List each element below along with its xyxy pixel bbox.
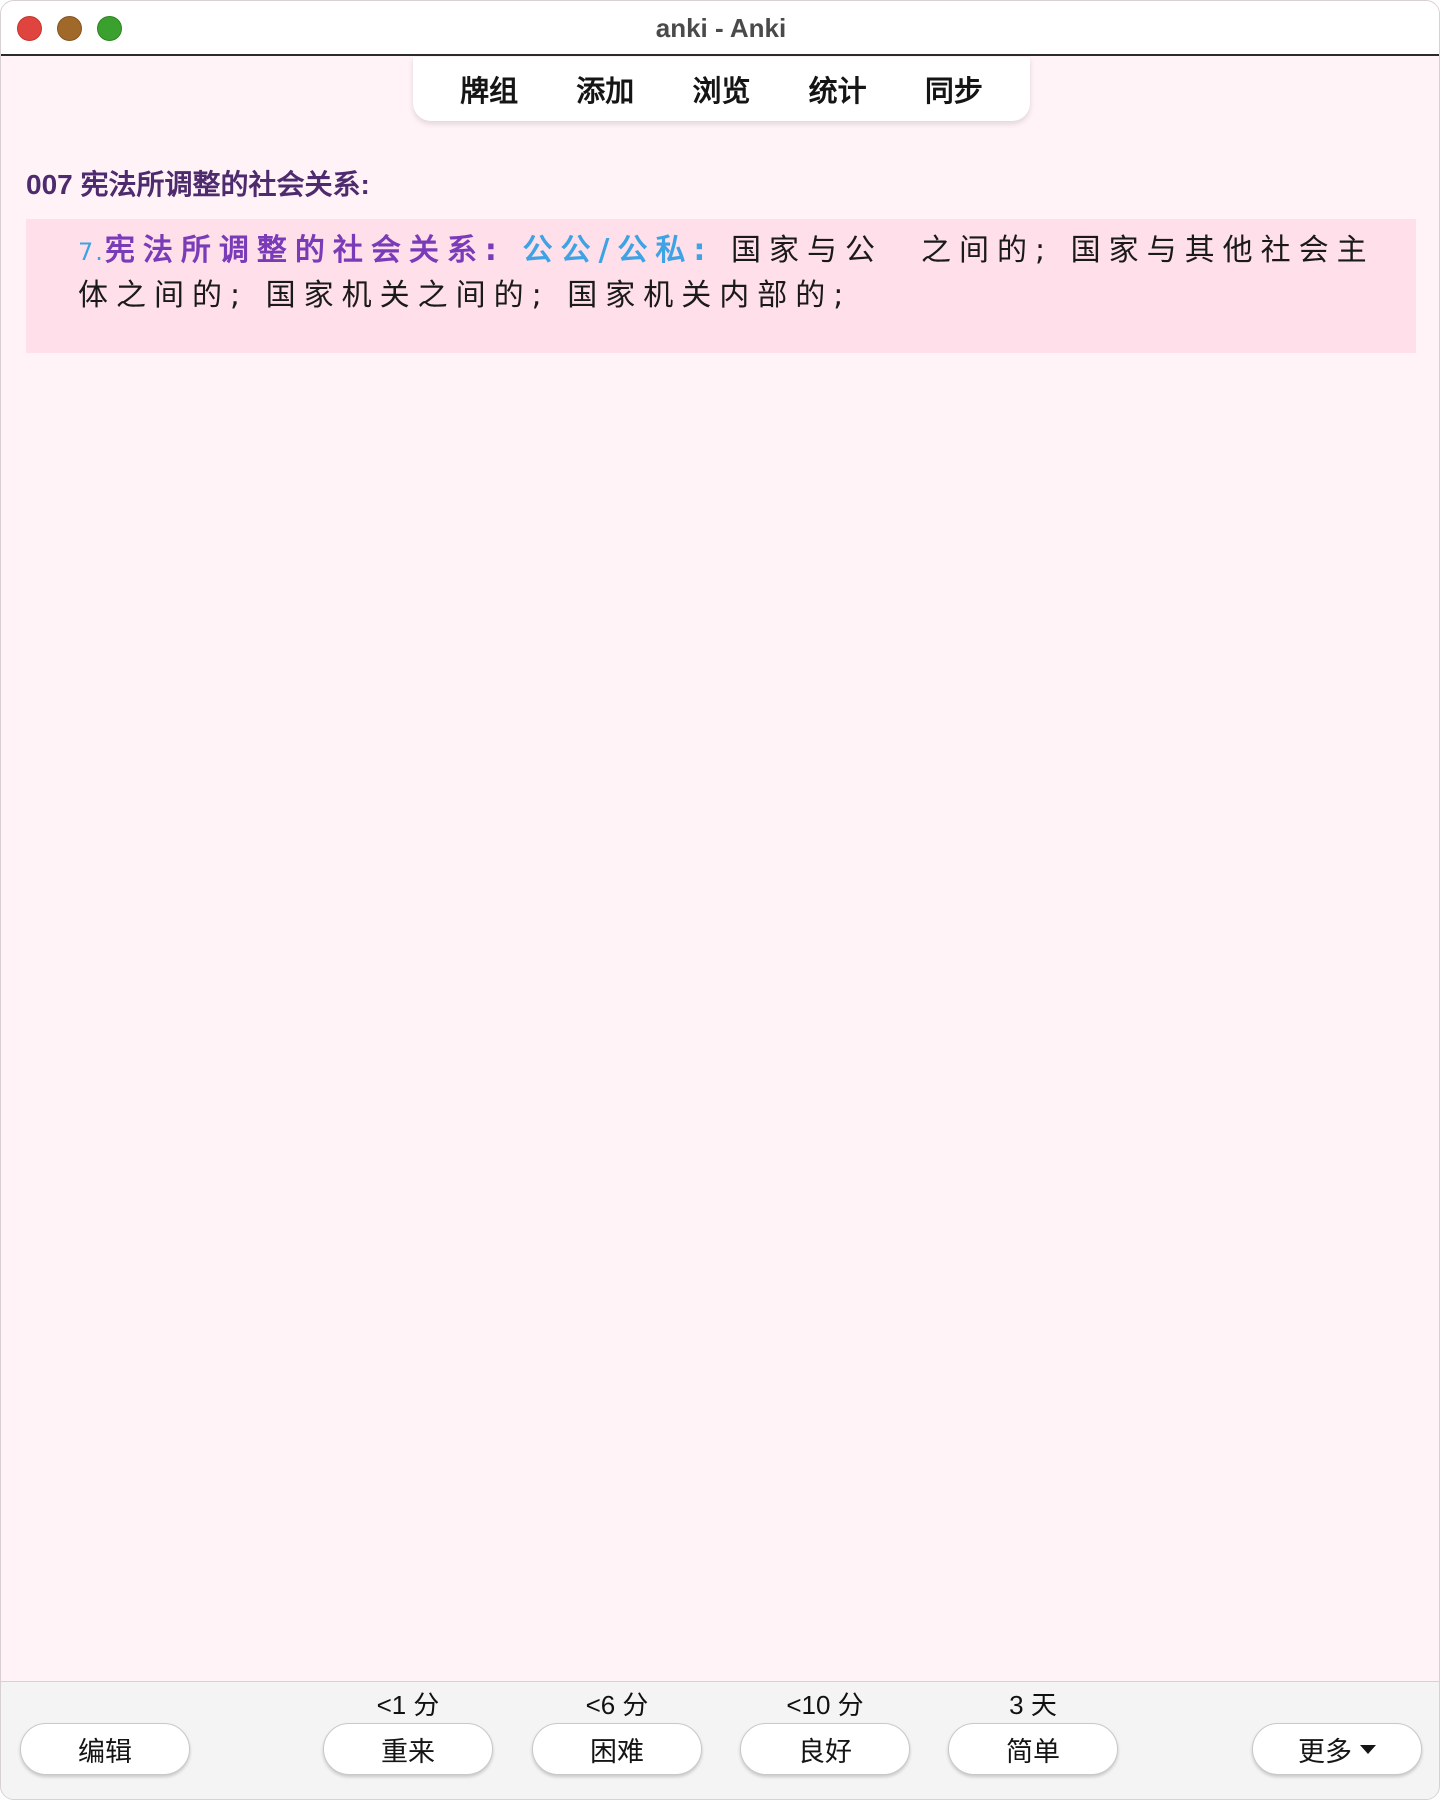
good-button-label: 良好 — [798, 1736, 852, 1767]
title-bar: anki - Anki — [1, 1, 1439, 56]
card-answer-text-line2: 体之间的; 国家机关之间的; 国家机关内部的; — [78, 278, 852, 313]
easy-due-label: 3 天 — [1009, 1690, 1057, 1720]
easy-button-label: 简单 — [1006, 1736, 1060, 1767]
window-title: anki - Anki — [655, 13, 787, 43]
top-toolbar: 牌组 添加 浏览 统计 同步 — [413, 57, 1030, 121]
nav-decks[interactable]: 牌组 — [454, 64, 524, 114]
card-heading: 宪法所调整的社会关系: — [104, 233, 505, 268]
more-button[interactable]: 更多 — [1252, 1723, 1422, 1775]
again-due-label: <1 分 — [376, 1690, 440, 1720]
edit-button[interactable]: 编辑 — [20, 1723, 190, 1775]
again-button-label: 重来 — [381, 1736, 435, 1767]
good-due-label: <10 分 — [786, 1690, 864, 1720]
nav-sync[interactable]: 同步 — [919, 64, 989, 114]
good-button[interactable]: 良好 — [740, 1723, 910, 1775]
hard-button[interactable]: 困难 — [532, 1723, 702, 1775]
hard-due-label: <6 分 — [585, 1690, 649, 1720]
hard-button-label: 困难 — [590, 1736, 644, 1767]
anki-window: anki - Anki 牌组 添加 浏览 统计 同步 007 宪法所调整的社会关… — [0, 0, 1440, 1800]
nav-add[interactable]: 添加 — [570, 64, 640, 114]
review-bottom-bar — [1, 1681, 1439, 1799]
card-item-number: 7. — [78, 238, 105, 266]
card-keyword: 公公/公私: — [522, 233, 714, 268]
nav-stats[interactable]: 统计 — [803, 64, 873, 114]
card-answer-box: 7.宪法所调整的社会关系: 公公/公私: 国家与公 之间的; 国家与其他社会主 … — [26, 219, 1416, 353]
more-button-label: 更多 — [1298, 1736, 1352, 1767]
card-question-title: 007 宪法所调整的社会关系: — [26, 169, 370, 200]
edit-button-label: 编辑 — [78, 1736, 132, 1767]
card-answer-text: 国家与公 之间的; 国家与其他社会主 — [730, 233, 1375, 268]
nav-browse[interactable]: 浏览 — [686, 64, 756, 114]
easy-button[interactable]: 简单 — [948, 1723, 1118, 1775]
dropdown-caret-icon — [1360, 1744, 1376, 1754]
again-button[interactable]: 重来 — [323, 1723, 493, 1775]
